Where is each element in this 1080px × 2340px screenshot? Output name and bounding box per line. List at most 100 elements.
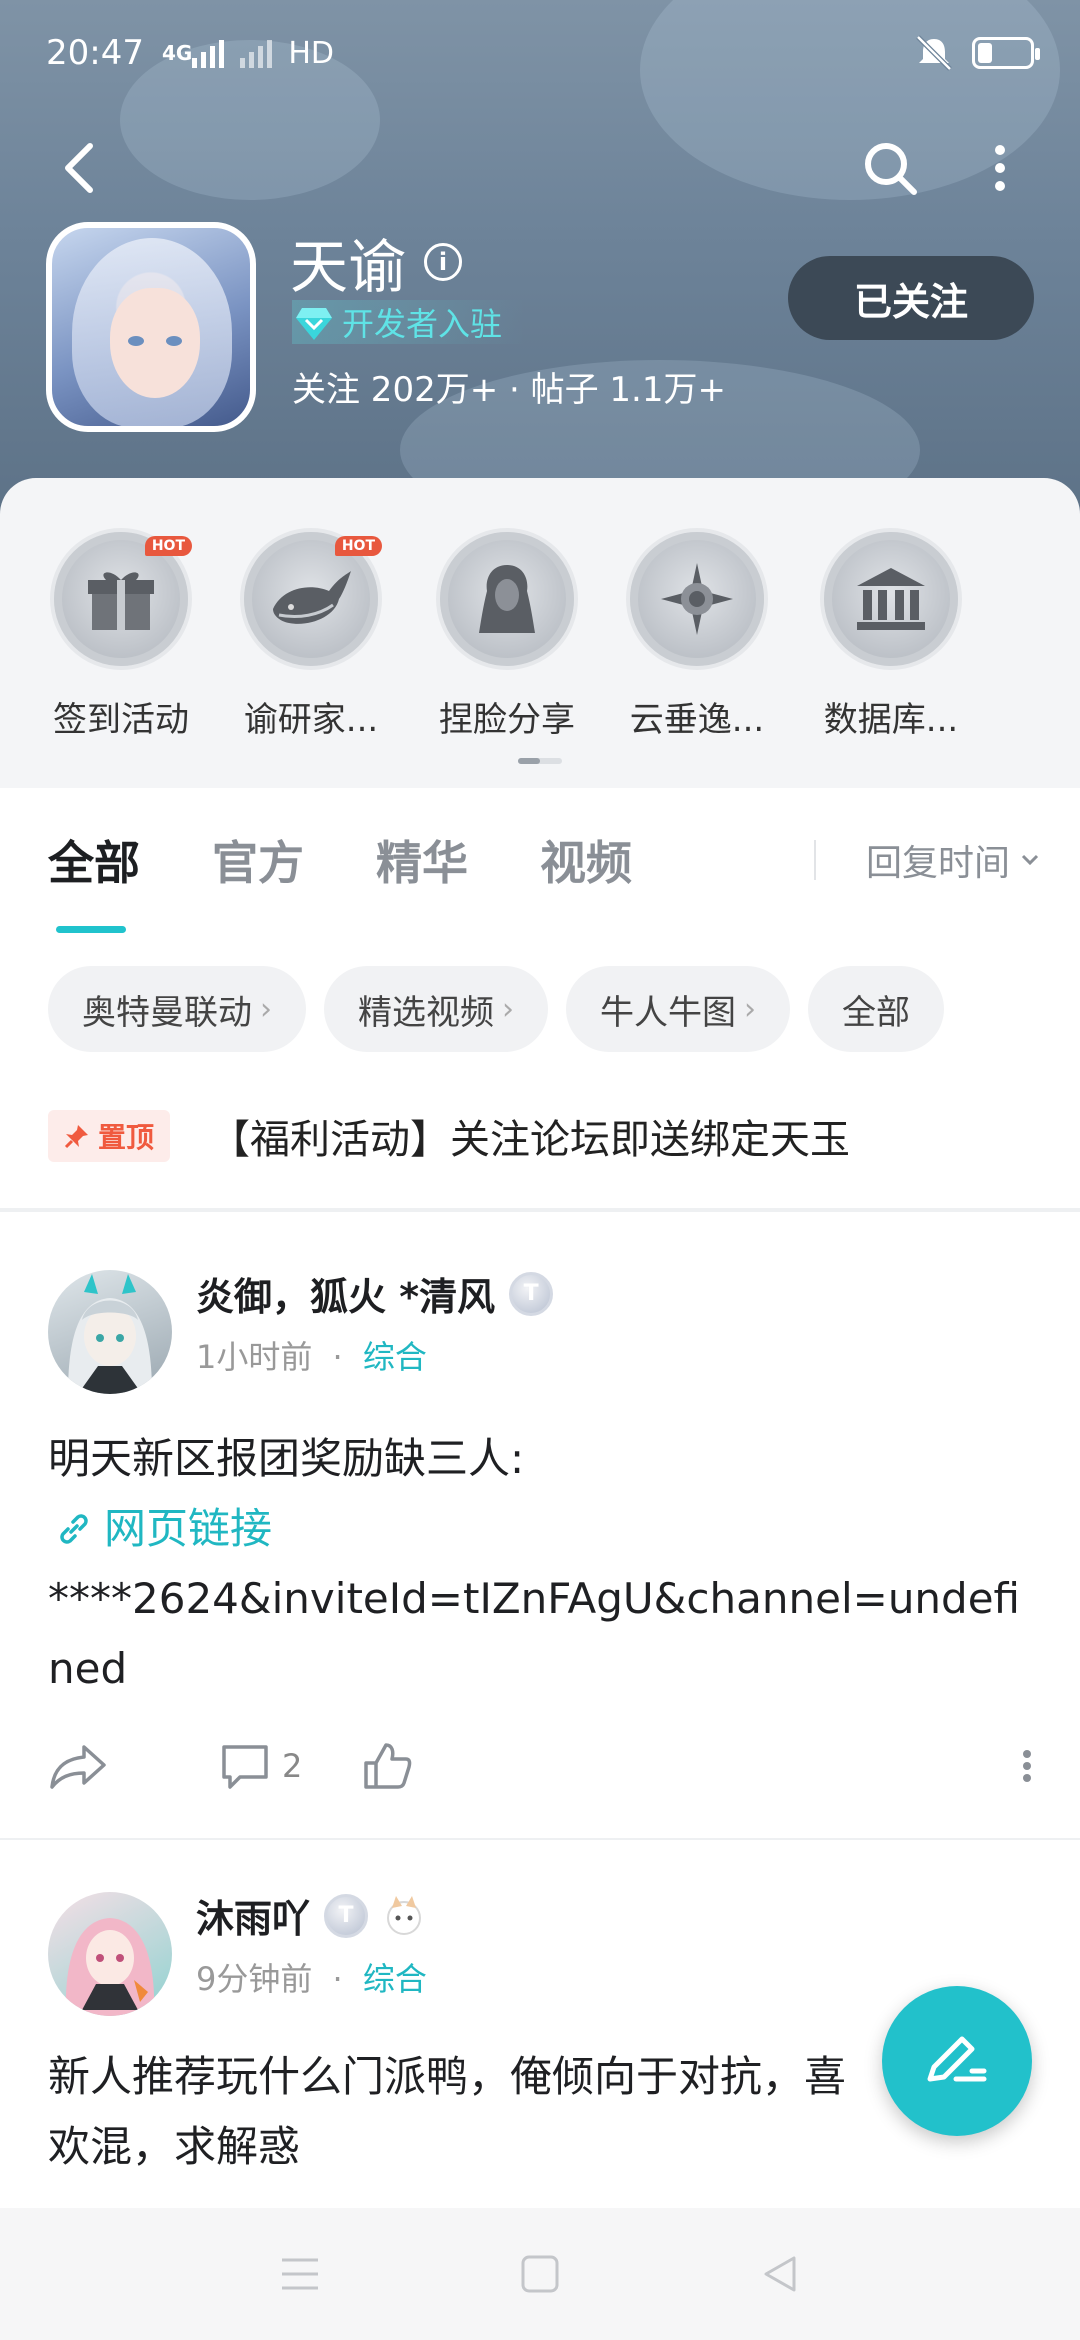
post-url-text: ****2624&inviteId=tIZnFAgU&channel=undef… [48,1574,1021,1693]
web-link-label: 网页链接 [104,1504,273,1553]
shortcut-label: 谕研家... [243,700,379,740]
share-button[interactable] [48,1741,108,1791]
system-nav-bar [0,2208,1080,2340]
forum-title: 天谕 [290,233,407,301]
pet-badge-icon [387,1895,422,1935]
shortcut-label: 签到活动 [53,700,189,740]
tab-video[interactable]: 视频 [540,827,632,893]
post-text: 明天新区报团奖励缺三人: [48,1434,525,1483]
chip-ultraman[interactable]: 奥特曼联动 › [48,966,306,1052]
forum-avatar [46,222,256,432]
shortcut-research[interactable]: HOT 谕研家... [216,528,406,741]
pinned-tag-label: 置顶 [98,1121,155,1154]
comment-count: 2 [282,1747,303,1785]
thumbs-up-icon [364,1743,412,1789]
chip-label: 全部 [842,992,910,1033]
web-link[interactable]: 网页链接 [48,1494,1032,1564]
share-icon [50,1745,106,1789]
sort-dropdown[interactable]: 回复时间 [813,834,1040,886]
status-time: 20:47 [46,33,144,73]
comment-button[interactable]: 2 [220,1741,302,1791]
chip-videos[interactable]: 精选视频 › [324,966,548,1052]
forum-header: 20:47 4G HD 天谕 i 开发者入驻 关注 202万+ · 帖子 1.1… [0,0,1080,520]
chevron-right-icon: › [744,991,756,1027]
chip-label: 牛人牛图 [600,992,736,1033]
shortcut-label: 捏脸分享 [439,700,575,740]
forum-title-row: 天谕 i [290,220,463,304]
tab-all[interactable]: 全部 [48,827,140,933]
back-button[interactable] [40,128,120,208]
post-filter-tabs: 全部 官方 精华 视频 回复时间 [48,820,1040,933]
hd-label: HD [288,35,334,71]
post-body: 明天新区报团奖励缺三人: 网页链接 ****2624&inviteId=tIZn… [48,1424,1032,1704]
signal-icon-2 [240,40,273,68]
shortcut-page-indicator [518,758,562,764]
face-silhouette-icon [479,565,535,633]
search-button[interactable] [850,128,930,208]
author-row: 沐雨吖 T [196,1888,426,1943]
menu-icon[interactable] [280,2256,320,2292]
shortcut-yunchui[interactable]: 云垂逸... [602,528,792,741]
shortcut-label: 云垂逸... [629,700,765,740]
author-name[interactable]: 沐雨吖 [196,1888,310,1943]
chip-art[interactable]: 牛人牛图 › [566,966,790,1052]
chevron-right-icon: › [260,991,272,1027]
level-badge: T [324,1893,369,1938]
more-vertical-icon [995,145,1005,191]
compose-button[interactable] [882,1986,1032,2136]
forum-stats: 关注 202万+ · 帖子 1.1万+ [292,370,726,410]
post-category[interactable]: 综合 [363,1960,427,1998]
chevron-down-icon [1021,854,1039,866]
pen-icon [927,2036,987,2082]
post-time: 9分钟前 [196,1960,313,1998]
post-category[interactable]: 综合 [363,1338,427,1376]
author-name[interactable]: 炎御，狐火 *清风 [196,1266,495,1321]
bank-icon [857,568,925,630]
follow-button[interactable]: 已关注 [788,256,1034,340]
link-icon [60,1514,88,1544]
network-label: 4G [161,41,193,65]
pinned-tag: 置顶 [48,1110,171,1162]
comment-icon [222,1745,268,1789]
shortcut-database[interactable]: 数据库... [796,528,986,741]
more-menu-button[interactable] [960,128,1040,208]
chip-label: 奥特曼联动 [82,992,252,1033]
level-badge: T [509,1271,554,1316]
mute-vibrate-icon [916,35,952,71]
tab-featured[interactable]: 精华 [376,827,468,893]
shortcut-label: 数据库... [823,700,959,740]
author-row: 炎御，狐火 *清风 T [196,1266,554,1321]
post-body: 新人推荐玩什么门派鸭，俺倾向于对抗，喜欢混，求解惑 [48,2042,880,2182]
meta-separator: · [332,1960,343,1998]
signal-icon [192,40,225,68]
compass-icon [661,563,733,635]
avatar[interactable] [48,1892,172,2016]
tab-official[interactable]: 官方 [212,827,304,893]
avatar[interactable] [48,1270,172,1394]
whale-icon [273,571,351,624]
developer-tag[interactable]: 开发者入驻 [292,300,527,344]
pinned-title: 【福利活动】关注论坛即送绑定天玉 [210,1117,851,1163]
chevron-right-icon: › [502,991,514,1027]
chip-all[interactable]: 全部 [808,966,944,1052]
post-meta: 1小时前 · 综合 [196,1332,427,1378]
meta-separator: · [332,1338,343,1376]
more-vertical-icon [1023,1750,1031,1782]
home-icon[interactable] [520,2254,560,2294]
shortcut-face-share[interactable]: 捏脸分享 [412,528,602,741]
like-button[interactable] [362,1741,412,1791]
back-arrow-icon [65,143,93,193]
hot-badge: HOT [334,536,382,556]
post-card[interactable]: 炎御，狐火 *清风 T 1小时前 · 综合 明天新区报团奖励缺三人: 网页链接 … [0,1212,1080,1838]
back-triangle-icon[interactable] [760,2254,800,2294]
shortcut-signin[interactable]: HOT 签到活动 [26,528,216,741]
hot-badge: HOT [144,536,192,556]
chip-label: 精选视频 [358,992,494,1033]
pinned-post[interactable]: 置顶 【福利活动】关注论坛即送绑定天玉 [48,1108,1032,1164]
gift-icon [88,572,154,630]
topic-chips: 奥特曼联动 › 精选视频 › 牛人牛图 › 全部 [48,966,944,1052]
shortcut-panel: HOT 签到活动 HOT 谕研家... 捏脸分享 云垂逸... 数据库... [0,478,1080,788]
info-icon[interactable]: i [424,243,463,281]
developer-tag-label: 开发者入驻 [342,305,503,343]
post-more-button[interactable] [1022,1749,1032,1783]
